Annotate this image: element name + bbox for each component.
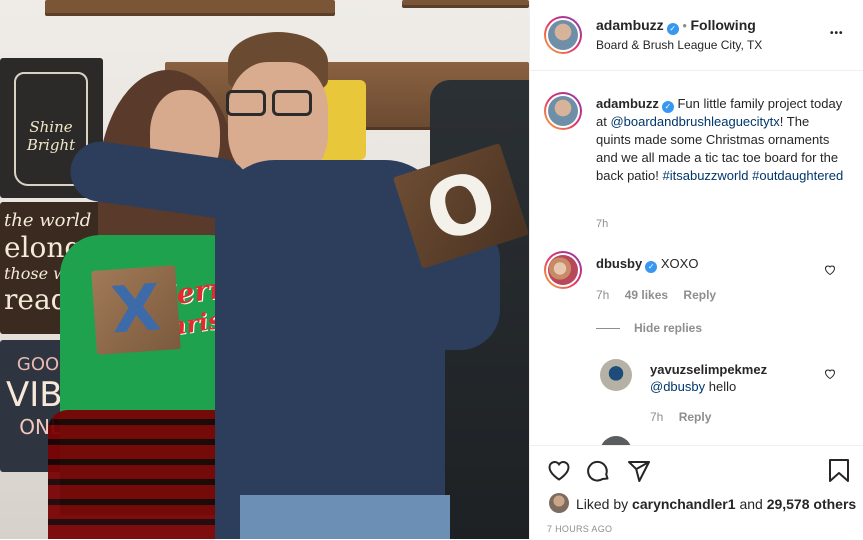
reply-like-heart-icon[interactable]	[824, 368, 836, 379]
comment-avatar[interactable]	[544, 251, 582, 289]
post-photo[interactable]: Shine Bright the world elongs those wh r…	[0, 0, 529, 539]
comment-reply-button[interactable]: Reply	[683, 288, 716, 302]
liked-by-prefix: Liked by	[576, 496, 629, 512]
tile-o-letter: O	[414, 151, 508, 261]
caption-hashtag[interactable]: #itsabuzzworld	[663, 168, 749, 183]
caption: adambuzz ✓ Fun little family project toda…	[596, 95, 846, 185]
post-timestamp[interactable]: 7 HOURS AGO	[547, 524, 612, 534]
reply-mention[interactable]: @dbusby	[650, 379, 705, 394]
man-glasses	[222, 90, 314, 116]
tile-x: X	[91, 265, 181, 355]
post-side-panel: adambuzz ✓ • Following Board & Brush Leag…	[529, 0, 863, 540]
wall-plank	[45, 0, 335, 16]
verified-badge-icon: ✓	[645, 261, 658, 273]
following-button[interactable]: Following	[690, 17, 755, 33]
liker-avatar[interactable]	[549, 493, 569, 513]
reply-reply-button[interactable]: Reply	[679, 410, 712, 424]
like-heart-icon[interactable]	[547, 459, 571, 481]
comment-author[interactable]: dbusby	[596, 256, 642, 271]
wall-plank	[402, 0, 529, 8]
caption-hashtag[interactable]: #outdaughtered	[752, 168, 843, 183]
reply-meta: 7h Reply	[650, 410, 711, 424]
save-bookmark-icon[interactable]	[828, 459, 850, 483]
comment-meta: 7h 49 likes Reply	[596, 288, 716, 302]
share-plane-icon[interactable]	[627, 459, 651, 483]
author-avatar[interactable]	[544, 16, 582, 54]
jeans	[240, 495, 450, 539]
liked-by-user[interactable]: carynchandler1	[632, 496, 736, 512]
hide-replies[interactable]: Hide replies	[596, 321, 702, 335]
post-header: adambuzz ✓ • Following Board & Brush Leag…	[530, 0, 863, 71]
caption-time[interactable]: 7h	[596, 218, 608, 230]
tile-x-letter: X	[108, 271, 164, 349]
comment: dbusby ✓ XOXO	[596, 256, 698, 273]
post-actions: Liked by carynchandler1 and 29,578 other…	[530, 445, 863, 540]
comment-text: XOXO	[660, 256, 699, 271]
hide-replies-label[interactable]: Hide replies	[634, 321, 702, 335]
verified-badge-icon: ✓	[661, 101, 674, 113]
caption-author-avatar[interactable]	[544, 92, 582, 130]
reply-avatar[interactable]	[600, 359, 632, 391]
reply-time[interactable]: 7h	[650, 410, 663, 424]
comment-time[interactable]: 7h	[596, 288, 609, 302]
comment-bubble-icon[interactable]	[587, 459, 611, 483]
comment-like-heart-icon[interactable]	[824, 264, 836, 275]
caption-author[interactable]: adambuzz	[596, 96, 659, 111]
author-line: adambuzz ✓ • Following	[596, 17, 756, 35]
comment-likes[interactable]: 49 likes	[625, 288, 668, 302]
post-location[interactable]: Board & Brush League City, TX	[596, 38, 762, 52]
verified-badge-icon: ✓	[666, 23, 679, 35]
caption-mention[interactable]: @boardandbrushleaguecitytx	[610, 114, 779, 129]
reply-text: hello	[708, 379, 737, 394]
author-username[interactable]: adambuzz	[596, 17, 664, 33]
more-options-icon[interactable]: •••	[830, 28, 844, 39]
reply: yavuzselimpekmez @dbusby hello	[650, 361, 820, 395]
liked-by-and: and	[739, 496, 763, 512]
liked-by: Liked by carynchandler1 and 29,578 other…	[576, 496, 856, 512]
reply-author[interactable]: yavuzselimpekmez	[650, 361, 820, 378]
likes-count[interactable]: 29,578 others	[767, 496, 857, 512]
replies-divider	[596, 328, 620, 330]
